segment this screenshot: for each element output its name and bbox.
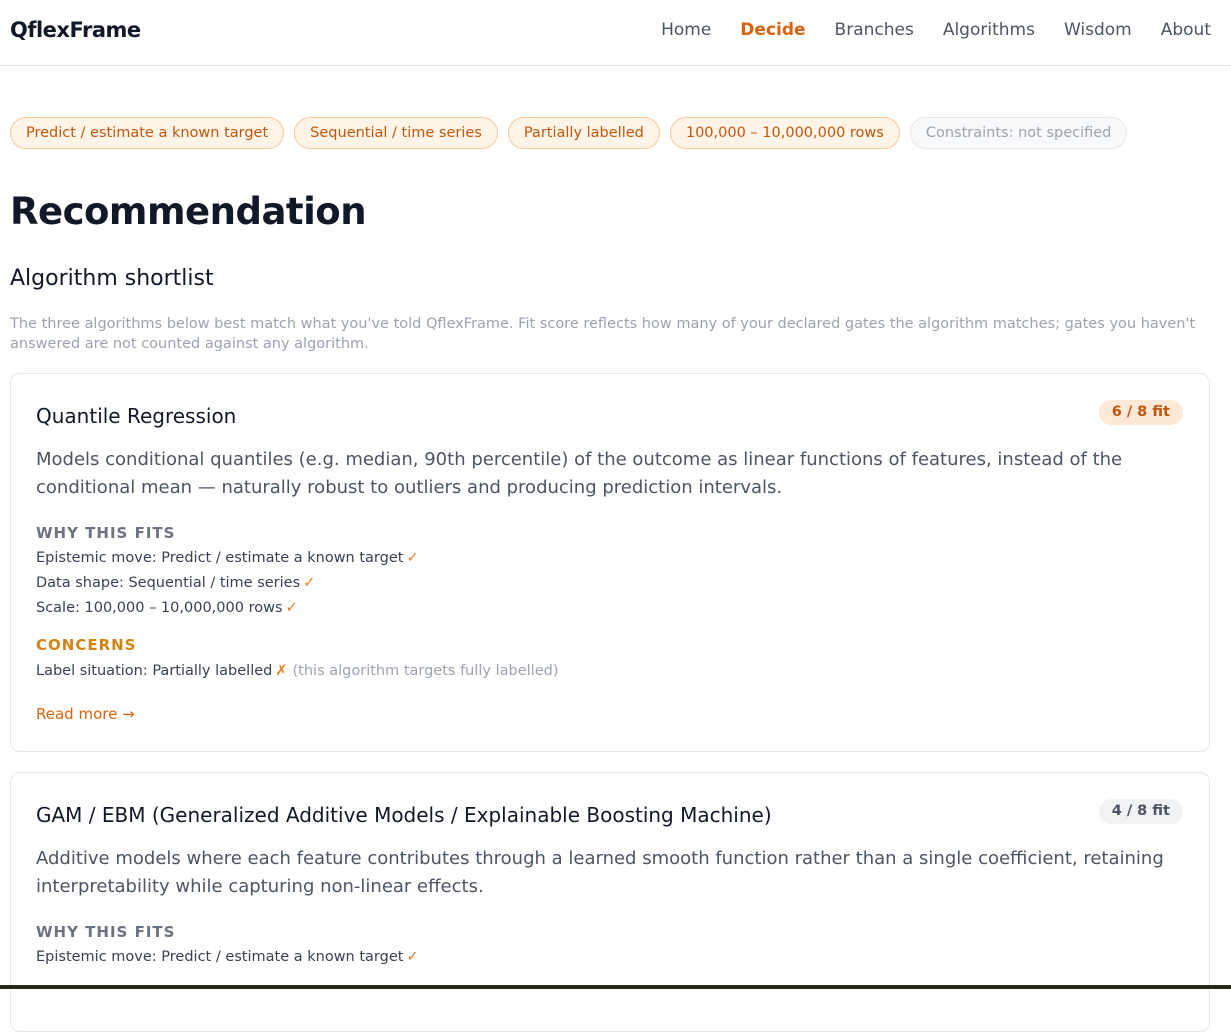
check-icon: ✓ [303, 575, 316, 591]
brand-logo[interactable]: QflexFrame [10, 18, 141, 42]
chip-data-shape[interactable]: Sequential / time series [294, 117, 498, 149]
why-this-fits-heading: WHY THIS FITS [36, 524, 176, 542]
nav-home[interactable]: Home [661, 20, 711, 40]
nav-wisdom[interactable]: Wisdom [1064, 20, 1132, 40]
chip-epistemic-move[interactable]: Predict / estimate a known target [10, 117, 285, 149]
nav-algorithms[interactable]: Algorithms [943, 20, 1035, 40]
why-this-fits-heading: WHY THIS FITS [36, 923, 176, 941]
why-item-text: Epistemic move: Predict / estimate a kno… [36, 949, 404, 965]
concern-note: (this algorithm targets fully labelled) [292, 663, 559, 679]
nav-decide[interactable]: Decide [740, 20, 805, 40]
top-navigation-bar: QflexFrame Home Decide Branches Algorith… [0, 0, 1231, 66]
why-item-text: Scale: 100,000 – 10,000,000 rows [36, 600, 283, 616]
concerns-heading: CONCERNS [36, 636, 137, 654]
card-title: GAM / EBM (Generalized Additive Models /… [36, 803, 772, 827]
fit-score-badge: 4 / 8 fit [1098, 799, 1183, 824]
nav-about[interactable]: About [1161, 20, 1211, 40]
main-nav: Home Decide Branches Algorithms Wisdom A… [661, 20, 1211, 40]
card-description: Additive models where each feature contr… [36, 848, 1164, 897]
why-item: Epistemic move: Predict / estimate a kno… [36, 949, 419, 965]
cross-icon: ✗ [275, 663, 288, 679]
fit-score-badge: 6 / 8 fit [1098, 400, 1183, 425]
algorithm-card-quantile-regression: Quantile Regression 6 / 8 fit Models con… [10, 373, 1210, 752]
selection-chips: Predict / estimate a known target Sequen… [10, 117, 1128, 149]
why-item: Epistemic move: Predict / estimate a kno… [36, 550, 419, 566]
chip-constraints[interactable]: Constraints: not specified [909, 117, 1128, 149]
chip-scale[interactable]: 100,000 – 10,000,000 rows [669, 117, 900, 149]
card-description: Models conditional quantiles (e.g. media… [36, 449, 1123, 498]
page-title: Recommendation [10, 190, 367, 233]
check-icon: ✓ [406, 949, 419, 965]
section-title: Algorithm shortlist [10, 266, 214, 291]
why-item: Data shape: Sequential / time series ✓ [36, 575, 315, 591]
nav-branches[interactable]: Branches [835, 20, 914, 40]
why-item-text: Data shape: Sequential / time series [36, 575, 301, 591]
check-icon: ✓ [406, 550, 419, 566]
concern-item-text: Label situation: Partially labelled [36, 663, 273, 679]
read-more-link[interactable]: Read more → [36, 705, 135, 723]
why-item-text: Epistemic move: Predict / estimate a kno… [36, 550, 404, 566]
why-item: Scale: 100,000 – 10,000,000 rows ✓ [36, 600, 298, 616]
algorithm-card-gam-ebm: GAM / EBM (Generalized Additive Models /… [10, 772, 1210, 1032]
check-icon: ✓ [285, 600, 298, 616]
card-title: Quantile Regression [36, 404, 237, 428]
section-description: The three algorithms below best match wh… [10, 316, 1196, 352]
concern-item: Label situation: Partially labelled ✗ (thi… [36, 663, 559, 679]
chip-label-situation[interactable]: Partially labelled [507, 117, 660, 149]
bottom-edge-strip [0, 985, 1231, 989]
